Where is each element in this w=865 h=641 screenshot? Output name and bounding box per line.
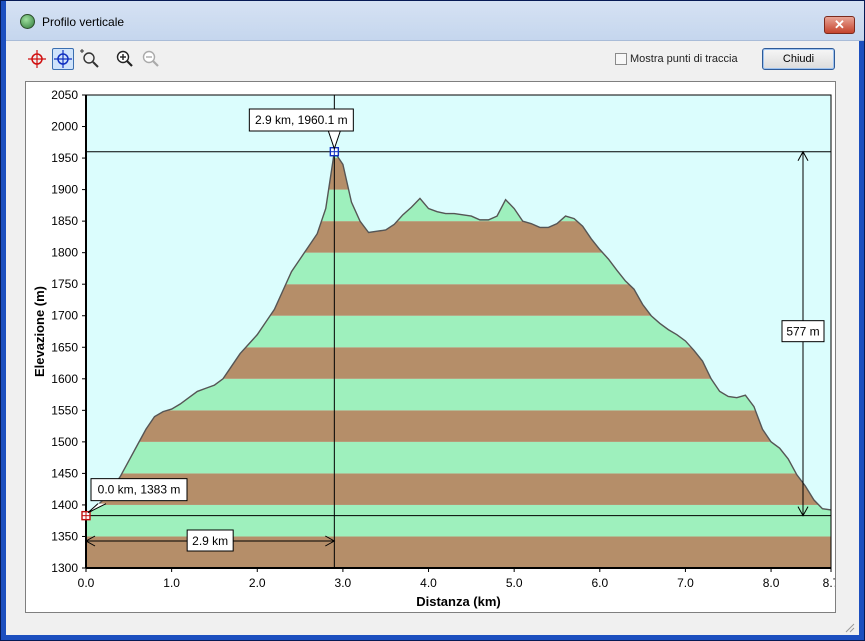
- zoom-out-tool[interactable]: [139, 48, 161, 70]
- y-tick-label: 1600: [51, 372, 78, 386]
- zoom-out-icon: [142, 50, 159, 67]
- title-bar[interactable]: Profilo verticale ✕: [6, 0, 865, 41]
- start-callout: 0.0 km, 1383 m: [98, 483, 181, 497]
- crosshair-red-tool[interactable]: [26, 48, 48, 70]
- y-tick-label: 1800: [51, 246, 78, 260]
- crosshair-blue-icon: [54, 50, 72, 68]
- crosshair-red-icon: [28, 50, 46, 68]
- y-tick-label: 1900: [51, 183, 78, 197]
- elevation-band: [86, 410, 831, 442]
- x-tick-label: 4.0: [420, 576, 437, 590]
- x-tick-label: 6.0: [591, 576, 608, 590]
- window-close-button[interactable]: ✕: [824, 16, 855, 34]
- elevation-band: [86, 441, 831, 474]
- elevation-chart[interactable]: 1300 1350 1400 1450 1500 1550 1600 1650 1700 1750…: [26, 82, 840, 612]
- y-tick-label: 2000: [51, 120, 78, 134]
- y-tick-label: 1750: [51, 277, 78, 291]
- zoom-in-icon: [116, 50, 133, 67]
- show-track-points-checkbox[interactable]: [615, 53, 627, 65]
- y-tick-label: 1500: [51, 435, 78, 449]
- y-tick-label: 2050: [51, 88, 78, 102]
- elevation-band: [86, 473, 831, 505]
- y-tick-label: 1950: [51, 151, 78, 165]
- y-tick-label: 1350: [51, 529, 78, 543]
- gain-label: 577 m: [786, 325, 819, 339]
- x-tick-label: 3.0: [335, 576, 352, 590]
- x-tick-label: 2.0: [249, 576, 266, 590]
- x-axis-label: Distanza (km): [416, 594, 501, 609]
- globe-icon: [20, 14, 35, 29]
- y-tick-label: 1850: [51, 214, 78, 228]
- y-tick-label: 1550: [51, 403, 78, 417]
- resize-grip-icon[interactable]: [843, 621, 855, 633]
- y-tick-label: 1300: [51, 561, 78, 575]
- distance-label: 2.9 km: [192, 534, 228, 548]
- zoom-select-icon: [80, 49, 99, 68]
- x-tick-label: 8.7: [823, 576, 835, 590]
- x-tick-label: 1.0: [163, 576, 180, 590]
- y-tick-label: 1700: [51, 309, 78, 323]
- crosshair-blue-tool[interactable]: [52, 48, 74, 70]
- y-axis-label: Elevazione (m): [32, 286, 47, 377]
- window-title: Profilo verticale: [42, 15, 125, 29]
- x-tick-label: 7.0: [677, 576, 694, 590]
- zoom-select-tool[interactable]: [78, 48, 100, 70]
- x-tick-label: 5.0: [506, 576, 523, 590]
- y-tick-label: 1450: [51, 466, 78, 480]
- chart-panel: 1300 1350 1400 1450 1500 1550 1600 1650 1700 1750…: [25, 81, 840, 613]
- y-tick-label: 1400: [51, 498, 78, 512]
- x-tick-label: 8.0: [763, 576, 780, 590]
- zoom-in-tool[interactable]: [113, 48, 135, 70]
- y-tick-label: 1650: [51, 340, 78, 354]
- show-track-points-label: Mostra punti di traccia: [630, 53, 738, 65]
- close-button[interactable]: Chiudi: [762, 48, 835, 70]
- peak-callout: 2.9 km, 1960.1 m: [255, 113, 348, 127]
- x-tick-label: 0.0: [78, 576, 95, 590]
